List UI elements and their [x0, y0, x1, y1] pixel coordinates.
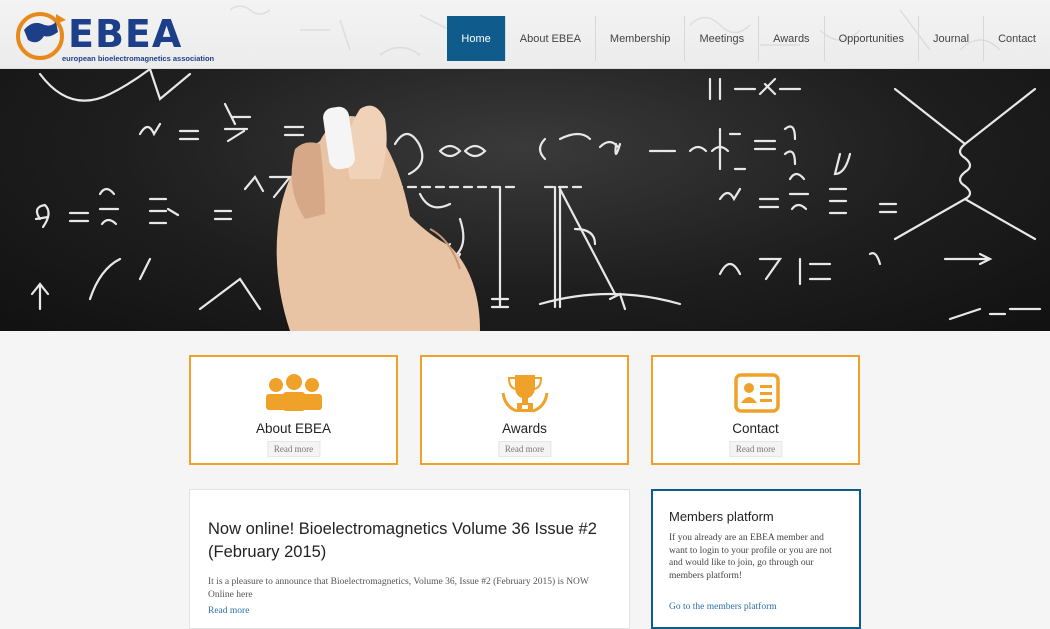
nav-meetings[interactable]: Meetings — [684, 16, 758, 61]
logo-wordmark: EBEA — [68, 12, 183, 56]
hero-chalkboard-image — [30, 69, 1042, 331]
feature-card-title: Awards — [502, 421, 547, 436]
nav-contact[interactable]: Contact — [983, 16, 1050, 61]
read-more-button[interactable]: Read more — [728, 441, 783, 457]
news-article: Now online! Bioelectromagnetics Volume 3… — [189, 489, 630, 629]
feature-card-title: Contact — [732, 421, 779, 436]
news-title[interactable]: Now online! Bioelectromagnetics Volume 3… — [208, 518, 611, 564]
news-read-more-link[interactable]: Read more — [208, 606, 611, 616]
main-navigation: Home About EBEA Membership Meetings Awar… — [447, 16, 1050, 61]
nav-awards[interactable]: Awards — [758, 16, 823, 61]
feature-card-awards[interactable]: Awards Read more — [420, 355, 629, 465]
nav-membership[interactable]: Membership — [594, 16, 685, 61]
hero-banner — [0, 69, 1050, 331]
feature-card-title: About EBEA — [255, 421, 332, 436]
members-platform-box: Members platform If you already are an E… — [651, 489, 861, 629]
site-header: EBEA european bioelectromagnetics associ… — [0, 0, 1050, 69]
members-platform-title: Members platform — [669, 509, 774, 524]
id-card-icon — [733, 373, 780, 413]
nav-opportunities[interactable]: Opportunities — [823, 16, 918, 61]
members-platform-text: If you already are an EBEA member and wa… — [669, 533, 832, 581]
ebea-logo[interactable]: EBEA european bioelectromagnetics associ… — [10, 4, 214, 64]
nav-home[interactable]: Home — [447, 16, 505, 61]
people-group-icon — [265, 374, 322, 411]
trophy-icon — [501, 375, 548, 413]
nav-about-ebea[interactable]: About EBEA — [504, 16, 595, 61]
nav-journal[interactable]: Journal — [918, 16, 983, 61]
news-excerpt: It is a pleasure to announce that Bioele… — [208, 577, 589, 600]
hand-holding-chalk-illustration — [276, 105, 480, 331]
read-more-button[interactable]: Read more — [266, 441, 321, 457]
feature-card-about[interactable]: About EBEA Read more — [189, 355, 398, 465]
read-more-button[interactable]: Read more — [497, 441, 552, 457]
logo-tagline: european bioelectromagnetics association — [62, 54, 215, 63]
feature-card-contact[interactable]: Contact Read more — [651, 355, 860, 465]
members-platform-link[interactable]: Go to the members platform — [669, 602, 777, 612]
